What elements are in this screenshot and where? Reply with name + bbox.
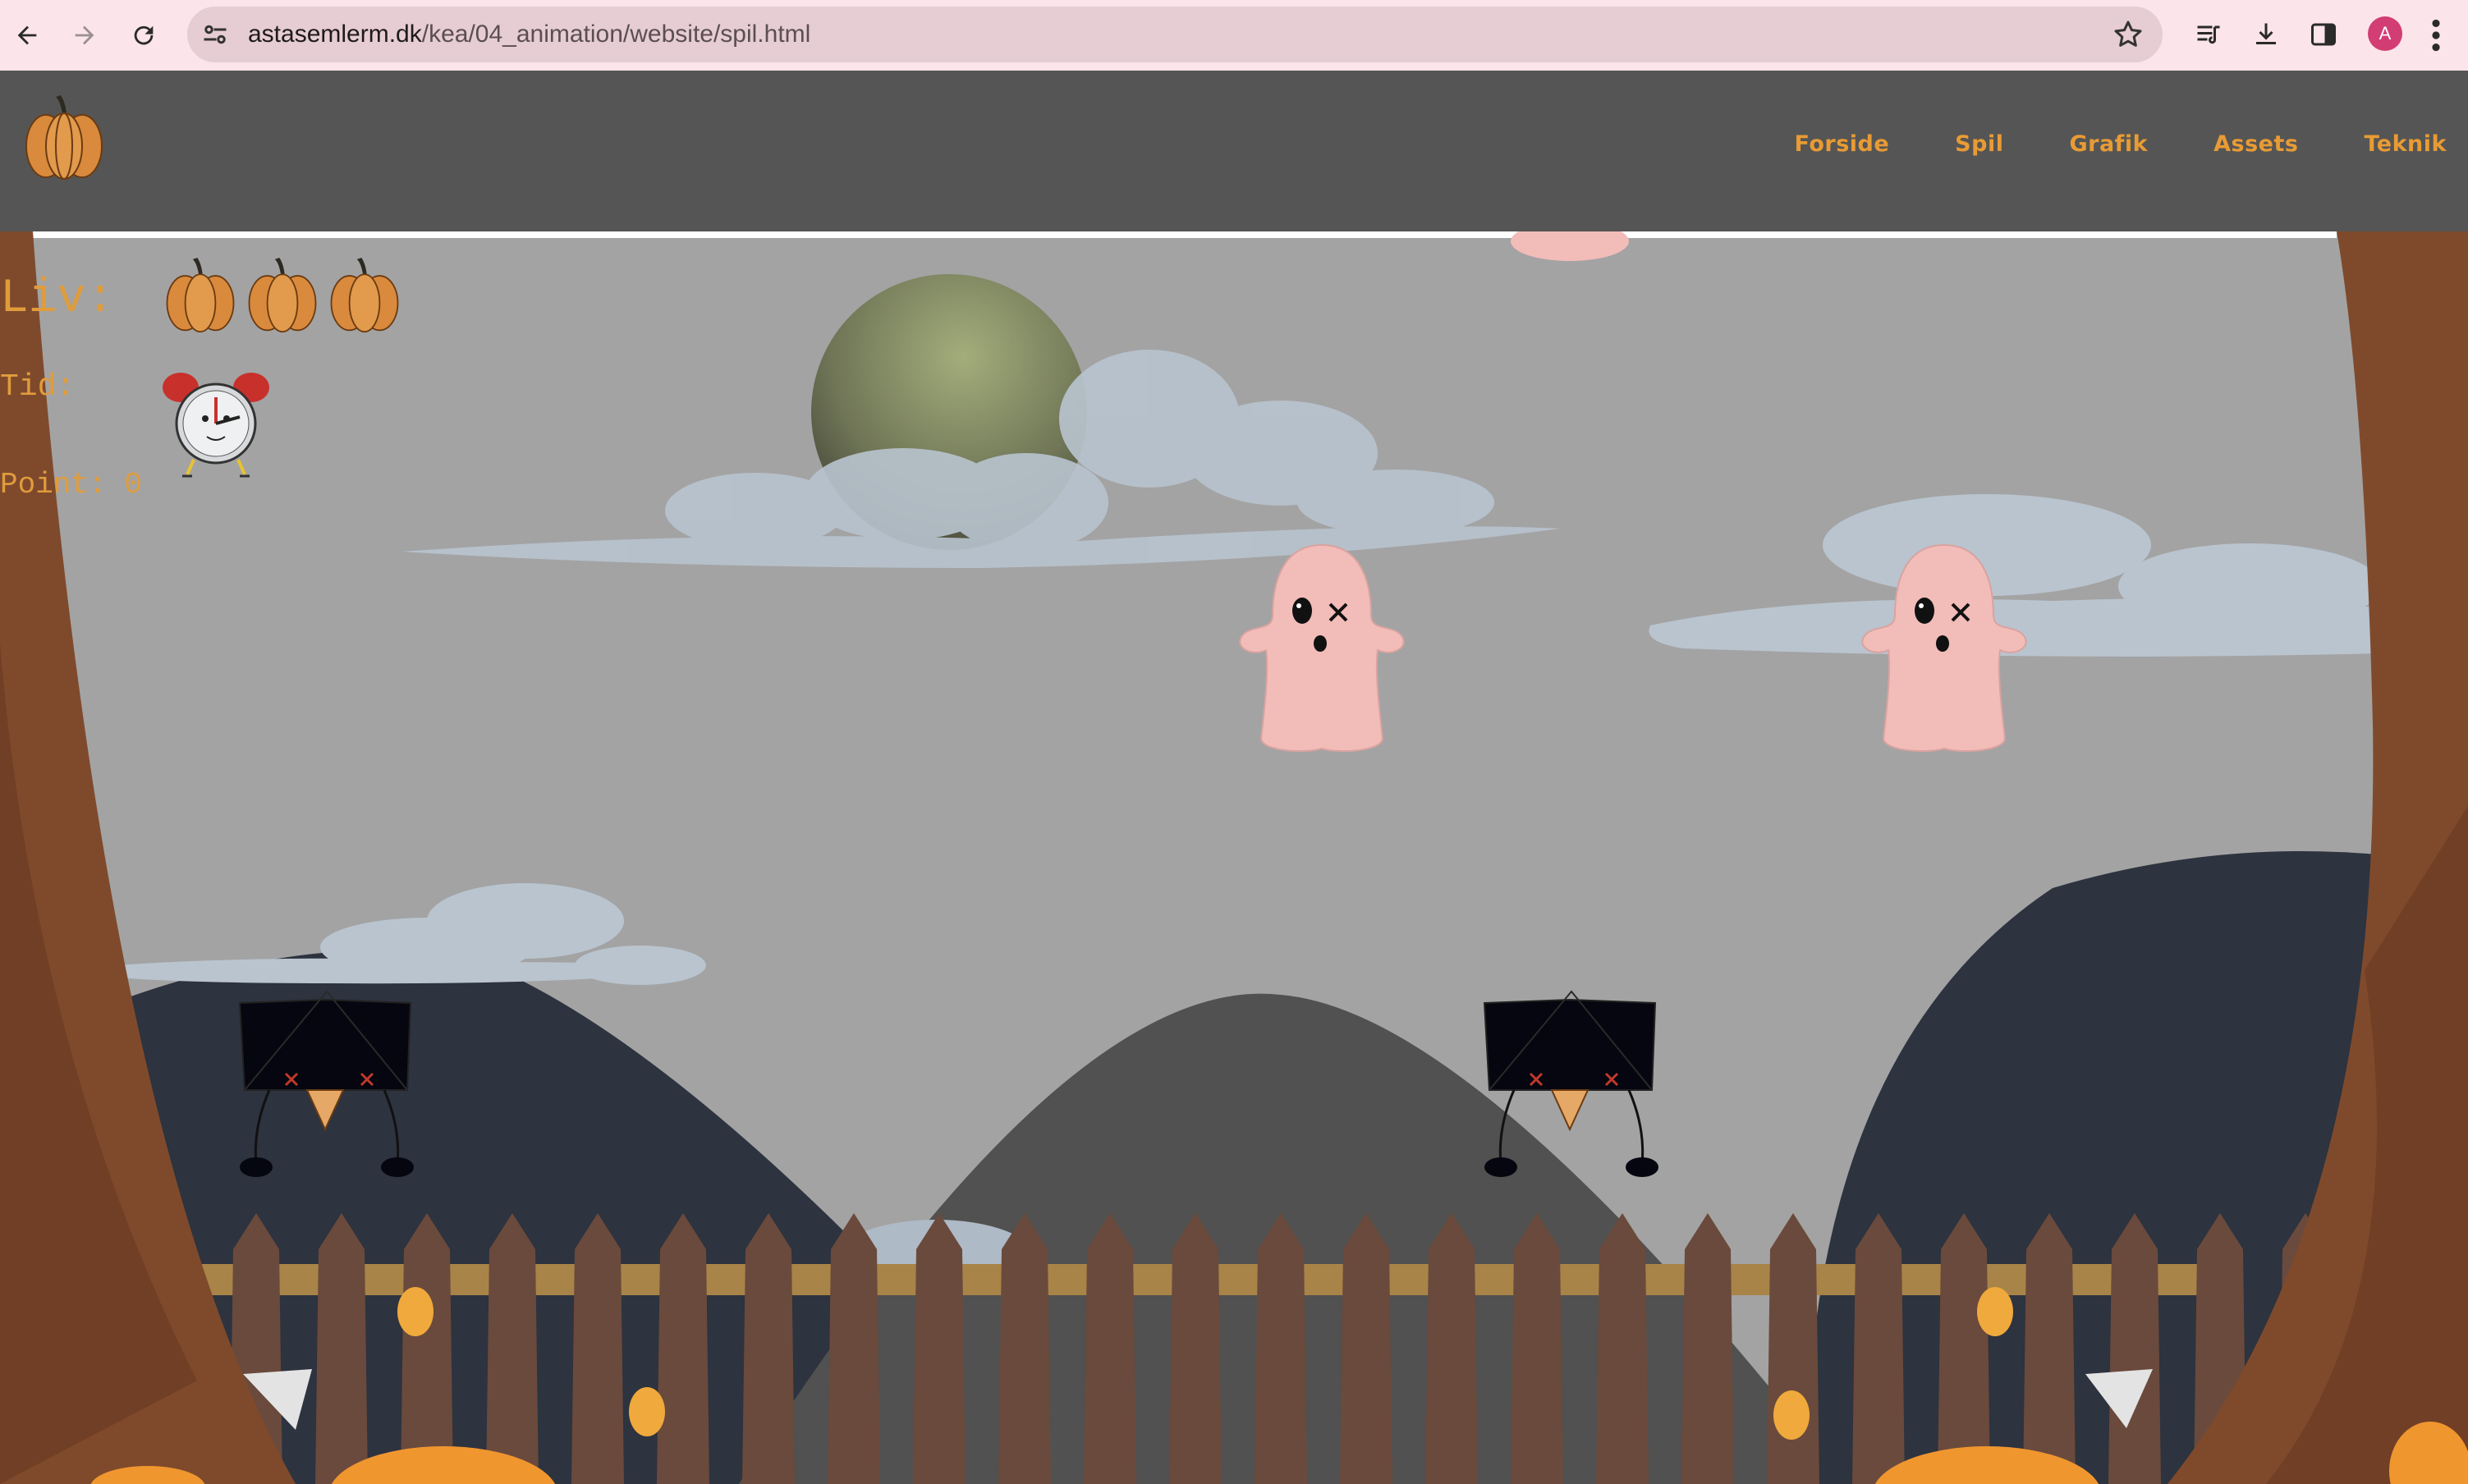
cloud-low-left	[57, 883, 706, 985]
fence-picket	[742, 1213, 795, 1484]
fence-picket	[828, 1213, 880, 1484]
fence-picket	[2108, 1213, 2161, 1484]
alarm-clock-icon	[163, 373, 269, 478]
fence-picket	[1596, 1213, 1649, 1484]
nav-link-forside[interactable]: Forside	[1794, 131, 1889, 157]
fence-picket	[1255, 1213, 1307, 1484]
fence-picket	[657, 1213, 709, 1484]
forward-arrow-icon[interactable]	[64, 15, 105, 56]
main-nav: Forside Spil Grafik Assets Teknik	[1728, 131, 2447, 157]
address-bar[interactable]: astasemlerm.dk/kea/04_animation/website/…	[187, 7, 2163, 62]
nav-link-spil[interactable]: Spil	[1955, 131, 2003, 157]
reload-icon[interactable]	[123, 15, 164, 56]
fence-picket	[998, 1213, 1051, 1484]
ghost-sprite[interactable]	[1233, 542, 1411, 757]
fence-picket	[1767, 1213, 1819, 1484]
fence-picket	[913, 1213, 966, 1484]
download-icon[interactable]	[2248, 16, 2284, 53]
ghost-peek	[1511, 231, 1629, 261]
nav-link-teknik[interactable]: Teknik	[2364, 131, 2447, 157]
profile-avatar[interactable]: A	[2368, 16, 2402, 51]
game-screen[interactable]: Liv: Tid: Point: 0	[0, 231, 2468, 1484]
fence-picket	[401, 1213, 453, 1484]
fence-picket	[1681, 1213, 1734, 1484]
fence-picket	[1425, 1213, 1478, 1484]
game-background	[0, 231, 2468, 1484]
side-panel-icon[interactable]	[2305, 16, 2342, 53]
ghost-sprite[interactable]	[1856, 542, 2033, 757]
fence-picket	[1938, 1213, 1990, 1484]
fence-picket	[1084, 1213, 1136, 1484]
browser-toolbar: astasemlerm.dk/kea/04_animation/website/…	[0, 0, 2468, 71]
fence-picket	[2023, 1213, 2076, 1484]
url-text: astasemlerm.dk/kea/04_animation/website/…	[248, 21, 811, 48]
pumpkin-life-icon	[248, 258, 317, 333]
site-settings-icon[interactable]	[200, 20, 230, 49]
pumpkin-logo-icon[interactable]	[23, 95, 105, 181]
site-header: Forside Spil Grafik Assets Teknik	[0, 71, 2468, 231]
back-arrow-icon[interactable]	[7, 15, 48, 56]
fence-picket	[486, 1213, 539, 1484]
nav-link-grafik[interactable]: Grafik	[2069, 131, 2148, 157]
time-label: Tid:	[0, 369, 76, 405]
crow-sprite[interactable]	[1481, 988, 1662, 1185]
menu-dots-icon[interactable]	[2424, 15, 2448, 56]
crow-sprite[interactable]	[236, 988, 417, 1185]
pumpkin-life-icon	[166, 258, 235, 333]
nav-link-assets[interactable]: Assets	[2213, 131, 2298, 157]
lives-label: Liv:	[0, 273, 115, 326]
pumpkin-life-icon	[330, 258, 399, 333]
fence-picket	[1340, 1213, 1392, 1484]
fence-picket	[571, 1213, 624, 1484]
fence-picket	[315, 1213, 368, 1484]
fence-picket	[1169, 1213, 1222, 1484]
fence-picket	[1511, 1213, 1563, 1484]
media-queue-icon[interactable]	[2190, 16, 2227, 53]
fence-picket	[1852, 1213, 1905, 1484]
bookmark-star-icon[interactable]	[2112, 18, 2145, 51]
points-label: Point: 0	[0, 468, 142, 502]
game-top-border	[33, 231, 2337, 238]
